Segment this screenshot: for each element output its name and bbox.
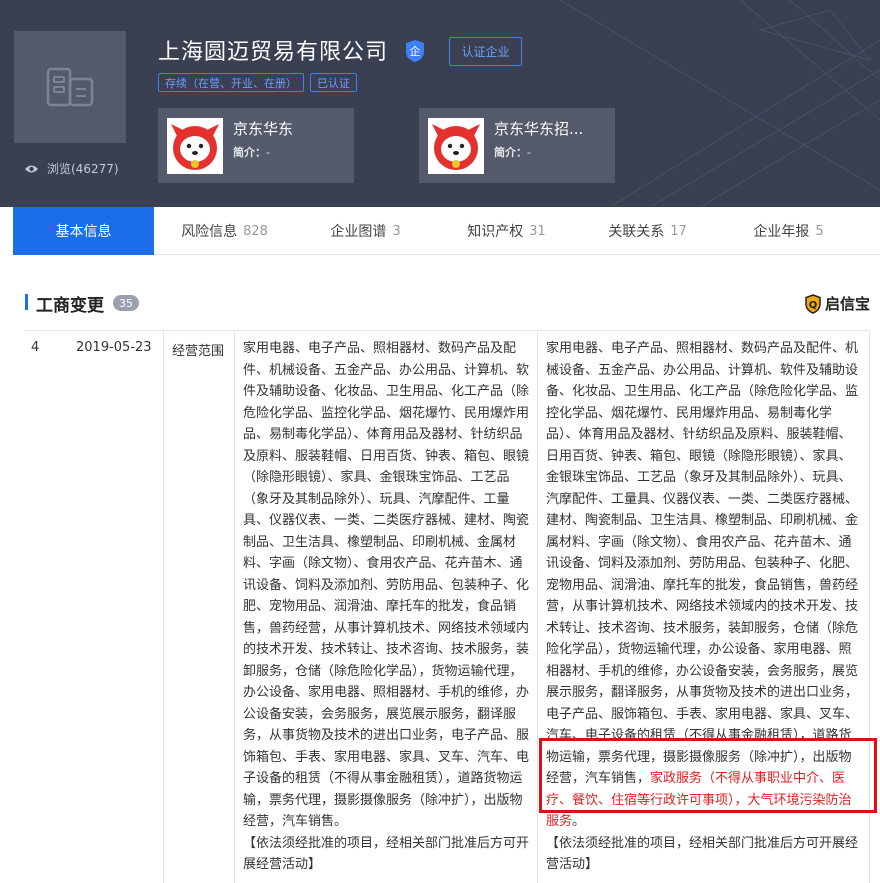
building-icon: [46, 67, 94, 107]
after-text: 家用电器、电子产品、照相器材、数码产品及配件、机械设备、五金产品、办公用品、计算…: [546, 341, 859, 786]
tab-relations[interactable]: 关联关系 17: [577, 207, 718, 255]
svg-text:Q: Q: [809, 300, 818, 311]
after-end: 。: [572, 814, 586, 829]
enterprise-verified-icon: 企: [406, 40, 424, 62]
tab-enterprise-graph[interactable]: 企业图谱 3: [295, 207, 436, 255]
section-accent-bar: [25, 294, 28, 310]
brand-card-title: 京东华东招...: [494, 120, 584, 138]
brand-card-desc: 简介：-: [233, 146, 270, 159]
jd-dog-logo-icon: [432, 124, 480, 170]
tab-basic-info[interactable]: 基本信息: [13, 207, 154, 255]
company-logo-placeholder: [14, 31, 126, 143]
brand-card[interactable]: 京东华东 简介：-: [158, 108, 354, 183]
company-header: 浏览(46277) 上海圆迈贸易有限公司 企 认证企业 存续（在营、开业、在册）…: [0, 0, 880, 207]
brand-logo: [428, 118, 484, 174]
certify-enterprise-button[interactable]: 认证企业: [449, 37, 522, 66]
tab-annual-report[interactable]: 企业年报 5: [718, 207, 859, 255]
view-count-label: 浏览(46277): [47, 162, 119, 176]
brand-card-title: 京东华东: [233, 120, 294, 138]
brand-card[interactable]: 京东华东招... 简介：-: [419, 108, 615, 183]
brand-card-desc: 简介：-: [494, 146, 531, 159]
tab-risk-info[interactable]: 风险信息 828: [154, 207, 295, 255]
after-note: 【依法须经批准的项目，经相关部门批准后方可开展经营活动】: [546, 835, 859, 873]
verified-badge: 已认证: [310, 73, 357, 92]
status-badge: 存续（在营、开业、在册）: [158, 73, 304, 92]
before-text: 家用电器、电子产品、照相器材、数码产品及配件、机械设备、五金产品、办公用品、计算…: [243, 341, 530, 829]
record-date: 2019-05-23: [76, 340, 152, 355]
tab-intellectual-property[interactable]: 知识产权 31: [436, 207, 577, 255]
section-count-badge: 35: [113, 295, 139, 311]
column-divider: [163, 331, 164, 883]
tab-bar: 基本信息 风险信息 828 企业图谱 3 知识产权 31 关联关系 17 企业年报 5: [13, 207, 880, 255]
brand-logo: [167, 118, 223, 174]
eye-icon: [25, 165, 38, 172]
qixinbao-shield-icon: Q: [805, 293, 821, 314]
brand-label: 启信宝: [825, 295, 871, 313]
view-count: 浏览(46277): [24, 160, 119, 177]
record-field: 经营范围: [172, 344, 225, 359]
change-highlight-box: [539, 738, 877, 813]
record-index: 4: [31, 340, 40, 355]
jd-dog-logo-icon: [171, 124, 219, 170]
company-name: 上海圆迈贸易有限公司: [158, 40, 389, 65]
svg-text:企: 企: [410, 44, 421, 58]
column-divider: [537, 331, 538, 883]
qixinbao-brand: Q 启信宝: [804, 293, 870, 314]
column-divider: [234, 331, 235, 883]
before-note: 【依法须经批准的项目，经相关部门批准后方可开展经营活动】: [243, 835, 530, 873]
status-tags: 存续（在营、开业、在册） 已认证: [158, 73, 357, 92]
content-before: 家用电器、电子产品、照相器材、数码产品及配件、机械设备、五金产品、办公用品、计算…: [243, 338, 529, 876]
section-title: 工商变更: [36, 296, 104, 316]
